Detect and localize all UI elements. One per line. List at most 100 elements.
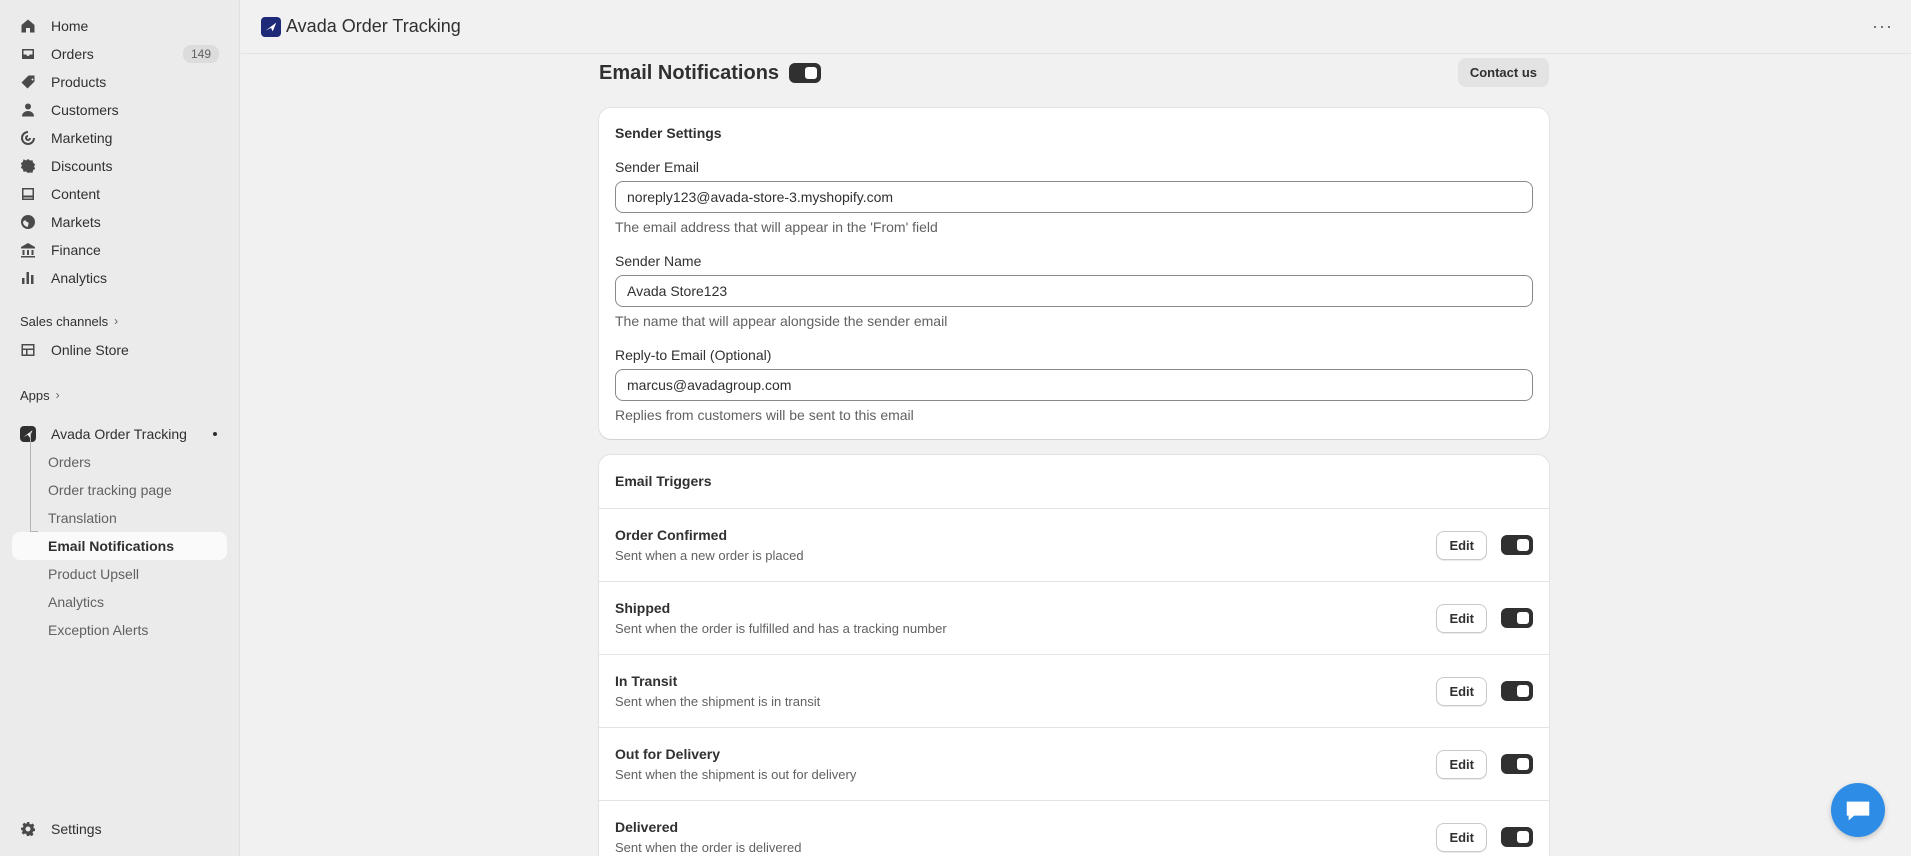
sidebar-item-label: Content	[51, 186, 101, 202]
globe-icon	[20, 214, 36, 230]
sender-name-input[interactable]	[615, 275, 1533, 307]
card-title: Sender Settings	[615, 125, 722, 141]
trigger-toggle[interactable]	[1501, 754, 1533, 774]
edit-button[interactable]: Edit	[1436, 530, 1487, 560]
edit-button[interactable]: Edit	[1436, 603, 1487, 633]
trigger-description: Sent when the shipment is in transit	[615, 694, 821, 709]
sidebar-item-orders[interactable]: Orders 149	[12, 40, 227, 68]
sidebar-item-label: Home	[51, 18, 89, 34]
store-icon	[20, 342, 36, 358]
page-title: Email Notifications	[599, 61, 780, 84]
tag-icon	[20, 74, 36, 90]
edit-button[interactable]: Edit	[1436, 749, 1487, 779]
trigger-description: Sent when the order is fulfilled and has…	[615, 621, 947, 636]
sidebar-subitem-exception-alerts[interactable]: Exception Alerts	[12, 616, 227, 644]
reply-to-email-field: Reply-to Email (Optional) Replies from c…	[615, 347, 1533, 423]
sidebar-item-finance[interactable]: Finance	[12, 236, 227, 264]
sidebar-subitem-translation[interactable]: Translation	[12, 504, 227, 532]
subnav-tree-line	[30, 432, 31, 532]
field-label: Sender Email	[615, 159, 700, 175]
trigger-row-out-for-delivery: Out for Delivery Sent when the shipment …	[599, 728, 1549, 801]
sidebar-item-markets[interactable]: Markets	[12, 208, 227, 236]
trigger-name: Order Confirmed	[615, 527, 728, 543]
sidebar-item-label: Markets	[51, 214, 101, 230]
chevron-right-icon: ›	[114, 314, 119, 328]
trigger-row-shipped: Shipped Sent when the order is fulfilled…	[599, 582, 1549, 655]
sidebar-item-discounts[interactable]: Discounts	[12, 152, 227, 180]
sidebar-subitem-orders[interactable]: Orders	[12, 448, 227, 476]
email-notifications-toggle[interactable]	[789, 63, 822, 83]
chat-bubble-icon	[1846, 801, 1870, 821]
email-triggers-card: Email Triggers Order Confirmed Sent when…	[599, 455, 1549, 856]
sidebar-item-analytics[interactable]: Analytics	[12, 264, 227, 292]
trigger-toggle[interactable]	[1501, 535, 1533, 555]
field-help-text: The name that will appear alongside the …	[615, 313, 948, 329]
sidebar-subitem-order-tracking-page[interactable]: Order tracking page	[12, 476, 227, 504]
trigger-description: Sent when a new order is placed	[615, 548, 804, 563]
sidebar-item-home[interactable]: Home	[12, 12, 227, 40]
avada-logo-icon	[261, 16, 281, 37]
gear-icon	[20, 821, 36, 837]
edit-button[interactable]: Edit	[1436, 822, 1487, 852]
trigger-name: Delivered	[615, 819, 679, 835]
sidebar: Home Orders 149 Products Customers Marke…	[0, 0, 240, 856]
trigger-toggle[interactable]	[1501, 608, 1533, 628]
sidebar-item-label: Settings	[51, 821, 102, 837]
trigger-row-order-confirmed: Order Confirmed Sent when a new order is…	[599, 509, 1549, 582]
inbox-icon	[20, 46, 36, 62]
trigger-row-in-transit: In Transit Sent when the shipment is in …	[599, 655, 1549, 728]
sidebar-item-avada-order-tracking[interactable]: Avada Order Tracking	[12, 420, 227, 448]
person-icon	[20, 102, 36, 118]
sidebar-subitem-product-upsell[interactable]: Product Upsell	[12, 560, 227, 588]
sender-email-input[interactable]	[615, 181, 1533, 213]
sidebar-item-label: Online Store	[51, 342, 129, 358]
sidebar-item-products[interactable]: Products	[12, 68, 227, 96]
sidebar-subitem-email-notifications[interactable]: Email Notifications	[12, 532, 227, 560]
sidebar-item-customers[interactable]: Customers	[12, 96, 227, 124]
card-title: Email Triggers	[599, 455, 1549, 509]
main-content: Email Notifications Contact us Sender Se…	[599, 54, 1549, 856]
sidebar-item-label: Orders	[51, 46, 94, 62]
chevron-right-icon: ›	[55, 388, 60, 402]
contact-us-button[interactable]: Contact us	[1457, 58, 1549, 87]
reply-to-email-input[interactable]	[615, 369, 1533, 401]
trigger-toggle[interactable]	[1501, 827, 1533, 847]
chat-support-button[interactable]	[1831, 783, 1885, 837]
sender-settings-card: Sender Settings Sender Email The email a…	[599, 108, 1549, 439]
subnav-tree-hook	[30, 531, 38, 532]
sales-channels-heading[interactable]: Sales channels ›	[12, 310, 227, 332]
field-label: Sender Name	[615, 253, 702, 269]
trigger-toggle[interactable]	[1501, 681, 1533, 701]
discount-icon	[20, 158, 36, 174]
sidebar-item-label: Products	[51, 74, 107, 90]
sidebar-item-content[interactable]: Content	[12, 180, 227, 208]
sidebar-item-online-store[interactable]: Online Store	[12, 336, 227, 364]
trigger-description: Sent when the order is delivered	[615, 840, 802, 855]
field-help-text: Replies from customers will be sent to t…	[615, 407, 914, 423]
edit-button[interactable]: Edit	[1436, 676, 1487, 706]
sidebar-item-settings[interactable]: Settings	[12, 815, 227, 843]
sidebar-item-label: Discounts	[51, 158, 113, 174]
sidebar-item-label: Customers	[51, 102, 119, 118]
more-options-icon[interactable]: ···	[1872, 16, 1893, 37]
trigger-name: Out for Delivery	[615, 746, 721, 762]
trigger-name: In Transit	[615, 673, 678, 689]
sender-email-field: Sender Email The email address that will…	[615, 159, 1533, 235]
app-title: Avada Order Tracking	[286, 16, 461, 36]
bank-icon	[20, 242, 36, 258]
home-icon	[20, 18, 36, 34]
content-icon	[20, 186, 36, 202]
sidebar-item-marketing[interactable]: Marketing	[12, 124, 227, 152]
trigger-name: Shipped	[615, 600, 671, 616]
pin-dot-icon	[213, 432, 217, 436]
trigger-row-delivered: Delivered Sent when the order is deliver…	[599, 801, 1549, 856]
trigger-description: Sent when the shipment is out for delive…	[615, 767, 857, 782]
bar-chart-icon	[20, 270, 36, 286]
sidebar-item-label: Analytics	[51, 270, 108, 286]
target-icon	[20, 130, 36, 146]
sidebar-subitem-analytics[interactable]: Analytics	[12, 588, 227, 616]
field-help-text: The email address that will appear in th…	[615, 219, 938, 235]
sidebar-item-label: Marketing	[51, 130, 113, 146]
sender-name-field: Sender Name The name that will appear al…	[615, 253, 1533, 329]
apps-heading[interactable]: Apps ›	[12, 384, 227, 406]
